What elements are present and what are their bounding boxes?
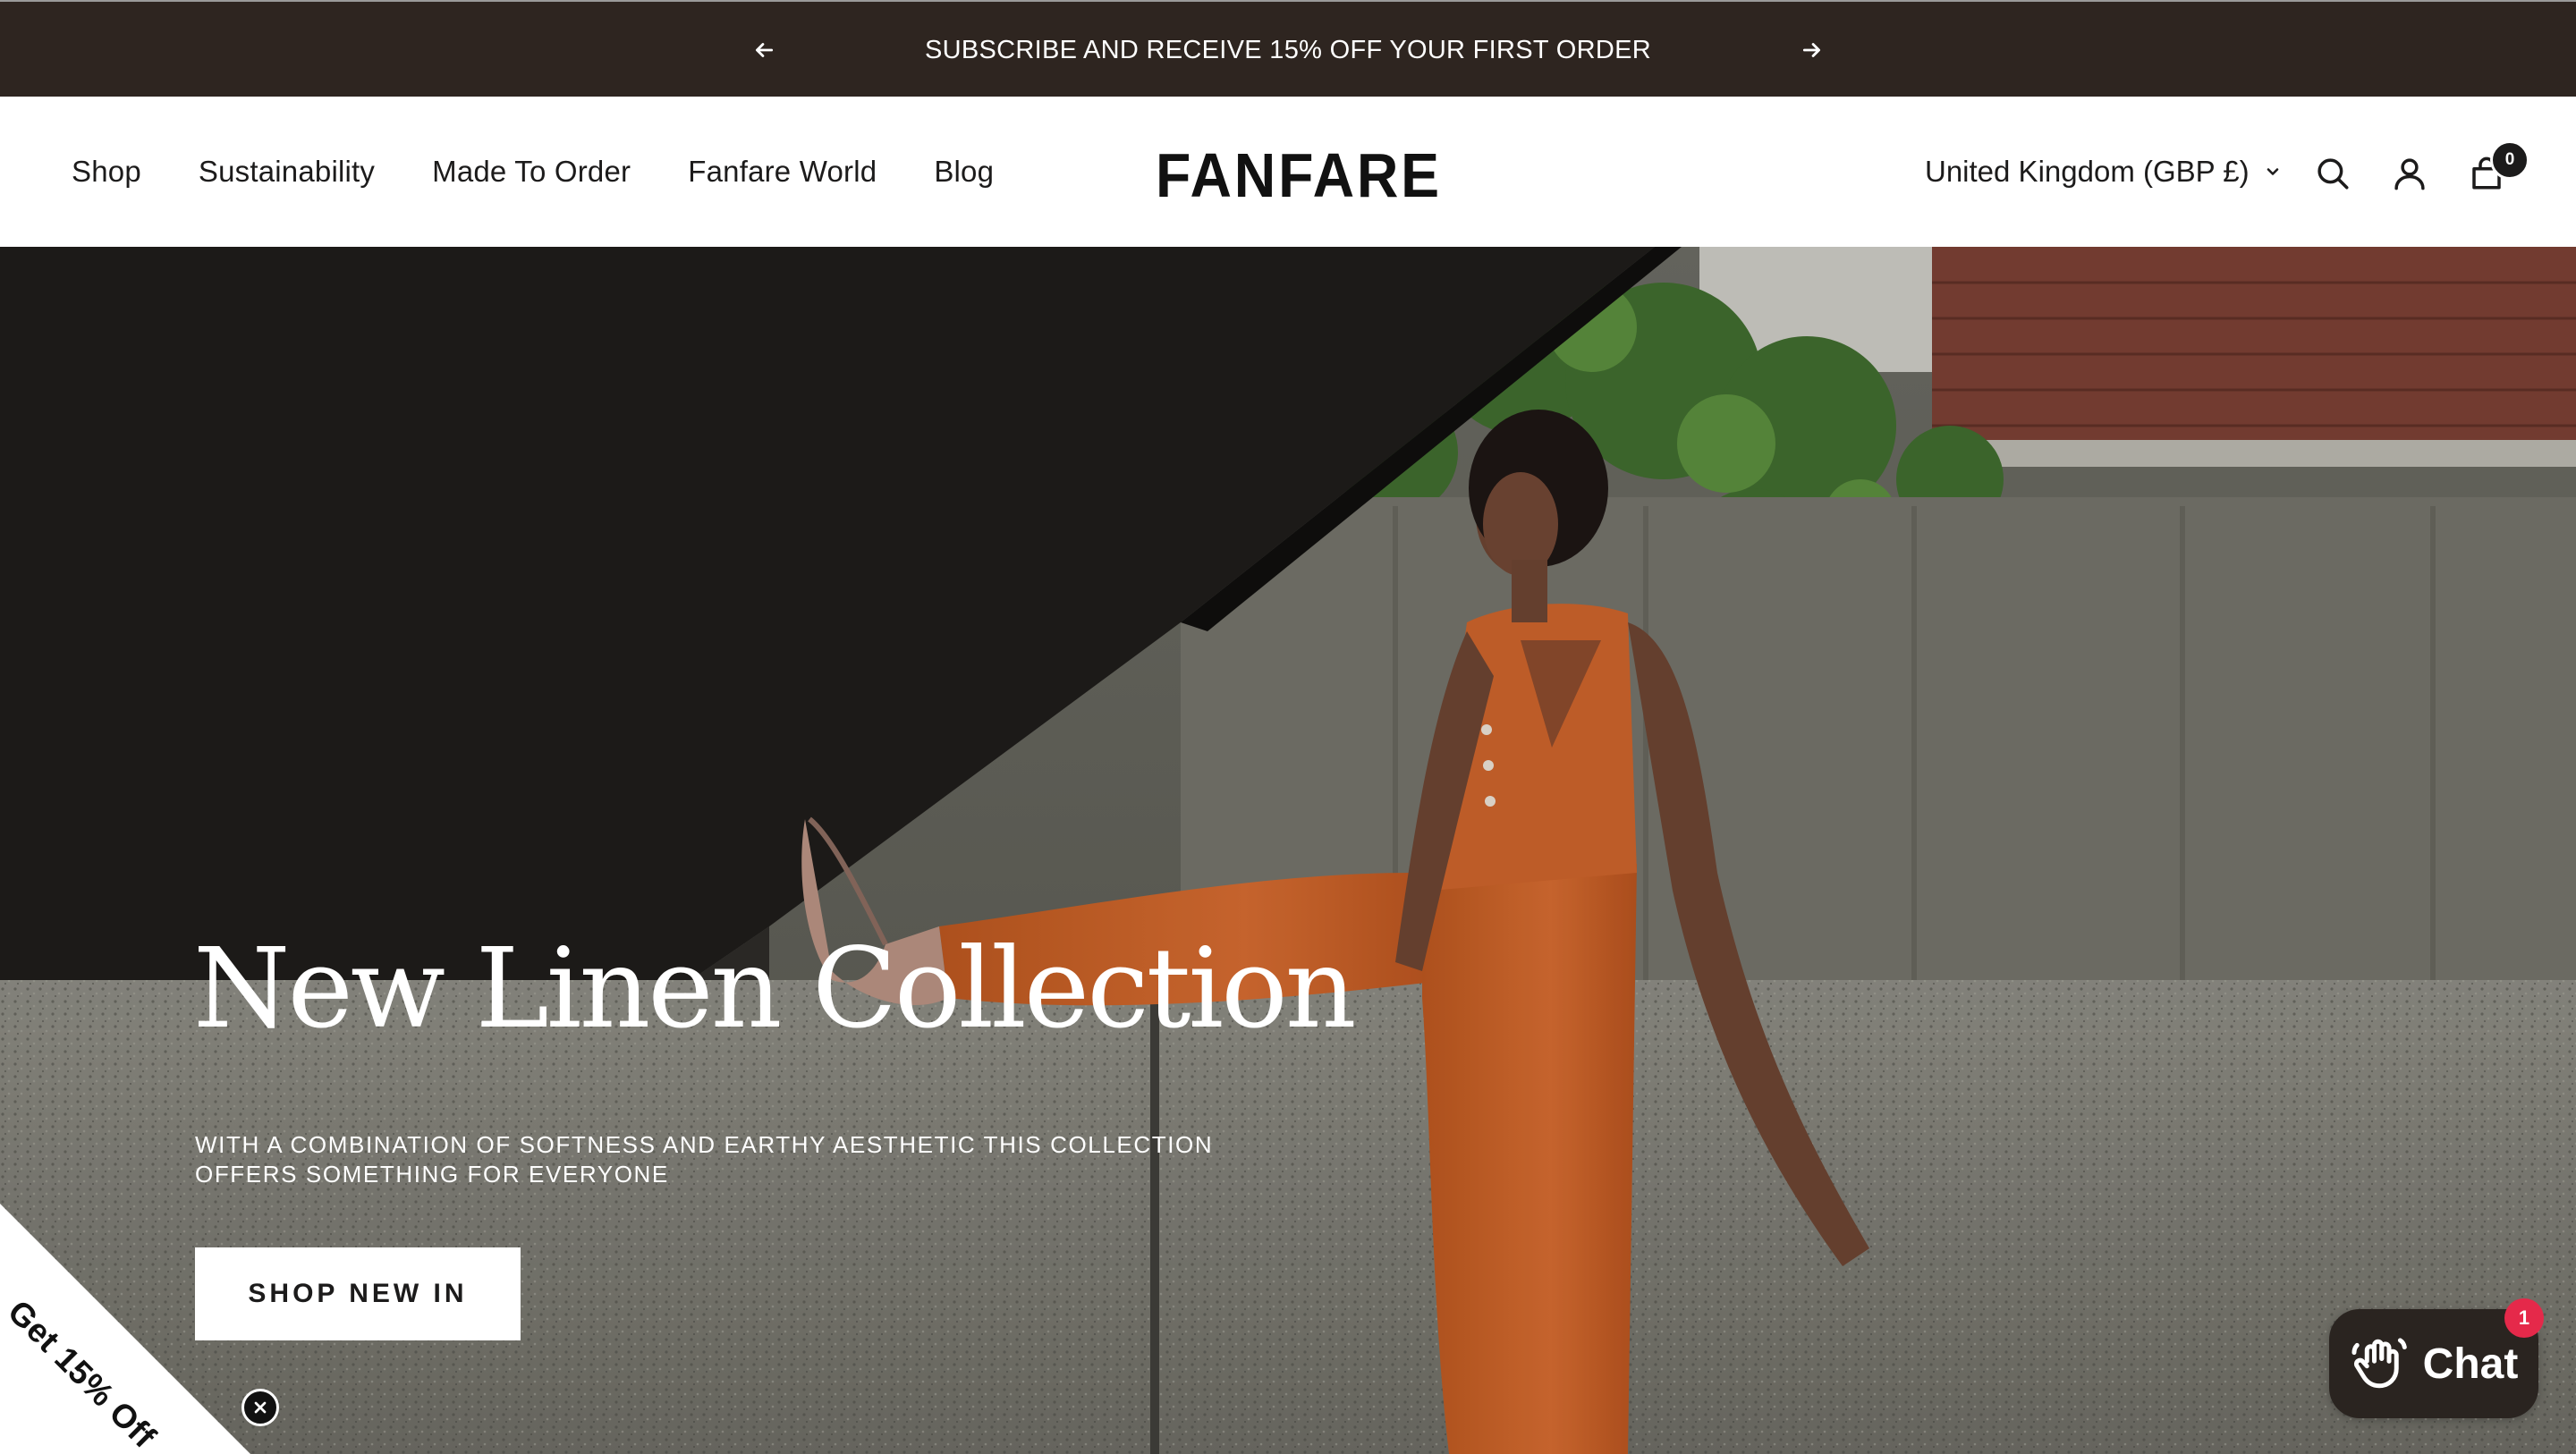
- hero-description: WITH A COMBINATION OF SOFTNESS AND EARTH…: [195, 1131, 1214, 1188]
- announcement-bar: SUBSCRIBE AND RECEIVE 15% OFF YOUR FIRST…: [0, 0, 2576, 97]
- chat-label: Chat: [2422, 1340, 2519, 1388]
- nav-fanfare-world[interactable]: Fanfare World: [688, 155, 877, 189]
- hero-title: New Linen Collection: [193, 925, 1357, 1053]
- nav-sustainability[interactable]: Sustainability: [199, 155, 375, 189]
- announcement-next-button[interactable]: [1794, 32, 1830, 68]
- close-icon: [254, 1401, 267, 1414]
- arrow-right-icon: [1802, 43, 1820, 57]
- cart-count-badge: 0: [2490, 140, 2529, 180]
- nav-blog[interactable]: Blog: [934, 155, 994, 189]
- nav-made-to-order[interactable]: Made To Order: [432, 155, 631, 189]
- locale-label: United Kingdom (GBP £): [1925, 155, 2250, 188]
- search-button[interactable]: [2311, 152, 2354, 195]
- waving-hand-icon: [2351, 1338, 2407, 1389]
- account-icon: [2394, 158, 2425, 190]
- site-header: Shop Sustainability Made To Order Fanfar…: [0, 97, 2576, 247]
- discount-ribbon[interactable]: Get 15% Off: [0, 1204, 250, 1454]
- main-nav: Shop Sustainability Made To Order Fanfar…: [72, 97, 994, 247]
- hero-banner: New Linen Collection WITH A COMBINATION …: [0, 247, 2576, 1454]
- search-icon: [2318, 158, 2349, 190]
- discount-close-button[interactable]: [242, 1389, 279, 1426]
- chevron-down-icon: [2267, 168, 2278, 175]
- chat-notification-badge: 1: [2504, 1298, 2544, 1338]
- account-button[interactable]: [2388, 152, 2431, 195]
- locale-selector[interactable]: United Kingdom (GBP £): [1925, 150, 2282, 193]
- nav-shop[interactable]: Shop: [72, 155, 141, 189]
- announcement-message[interactable]: SUBSCRIBE AND RECEIVE 15% OFF YOUR FIRST…: [0, 32, 2576, 68]
- site-logo[interactable]: FANFARE: [1156, 141, 1442, 209]
